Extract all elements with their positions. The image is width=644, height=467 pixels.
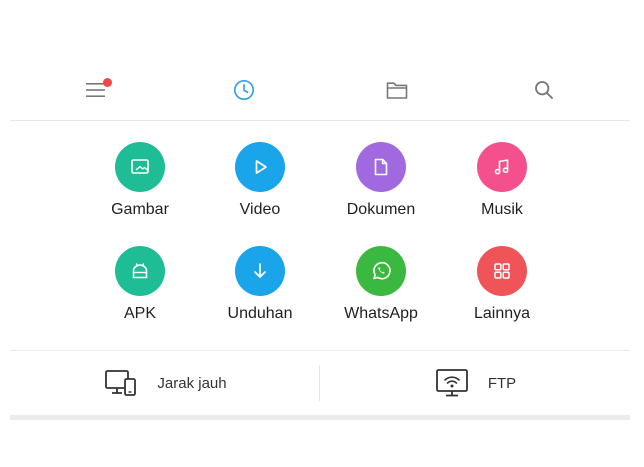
folder-tab-button[interactable] <box>377 70 417 110</box>
ftp-monitor-icon <box>434 367 470 399</box>
category-label: Dokumen <box>346 201 416 218</box>
ftp-button[interactable]: FTP <box>320 351 630 415</box>
category-whatsapp[interactable]: WhatsApp <box>326 246 436 341</box>
category-lainnya[interactable]: Lainnya <box>447 246 557 341</box>
category-label: Unduhan <box>227 305 293 322</box>
category-unduhan[interactable]: Unduhan <box>205 246 315 341</box>
download-icon <box>235 246 285 296</box>
music-icon <box>477 142 527 192</box>
image-icon <box>115 142 165 192</box>
category-label: Musik <box>481 201 523 218</box>
folder-icon <box>386 80 408 100</box>
notification-dot <box>103 78 112 87</box>
android-icon <box>115 246 165 296</box>
category-video[interactable]: Video <box>205 142 315 237</box>
recent-tab-button[interactable] <box>224 70 264 110</box>
category-dokumen[interactable]: Dokumen <box>326 142 436 237</box>
quick-access-bar: Jarak jauh FTP <box>10 350 630 420</box>
search-button[interactable] <box>524 70 564 110</box>
category-grid: Gambar Video Dokumen Musik APK Unduhan W… <box>10 120 630 350</box>
category-apk[interactable]: APK <box>85 246 195 341</box>
remote-access-button[interactable]: Jarak jauh <box>10 351 320 415</box>
category-label: Lainnya <box>473 305 531 322</box>
category-label: Video <box>239 201 281 218</box>
menu-button[interactable] <box>76 70 116 110</box>
category-label: APK <box>123 305 156 322</box>
category-label: WhatsApp <box>344 305 418 322</box>
remote-devices-icon <box>103 367 139 399</box>
clock-icon <box>233 79 255 101</box>
search-icon <box>534 80 554 100</box>
top-toolbar <box>10 60 630 121</box>
category-label: Gambar <box>111 201 169 218</box>
grid-icon <box>477 246 527 296</box>
play-icon <box>235 142 285 192</box>
category-gambar[interactable]: Gambar <box>85 142 195 237</box>
category-musik[interactable]: Musik <box>447 142 557 237</box>
document-icon <box>356 142 406 192</box>
ftp-label: FTP <box>487 374 517 392</box>
whatsapp-icon <box>356 246 406 296</box>
remote-access-label: Jarak jauh <box>157 374 227 392</box>
